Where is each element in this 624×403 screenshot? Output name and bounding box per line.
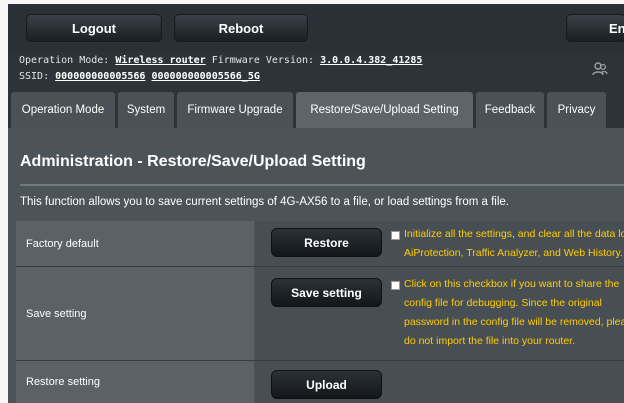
tab-firmware-upgrade[interactable]: Firmware Upgrade [177, 92, 293, 128]
tab-operation-mode[interactable]: Operation Mode [11, 92, 115, 128]
note-line: AiProtection, Traffic Analyzer, and Web … [404, 247, 623, 259]
initialize-note: Initialize all the settings, and clear a… [404, 225, 624, 263]
initialize-checkbox[interactable] [391, 231, 400, 240]
main-panel: Administration - Restore/Save/Upload Set… [8, 128, 624, 403]
row-value-cell: Restore Initialize all the settings, and… [255, 221, 624, 266]
row-save-setting: Save setting Save setting Click on this … [16, 267, 624, 360]
page-title: Administration - Restore/Save/Upload Set… [20, 153, 366, 170]
ssid-2g-link[interactable]: 000000000005566 [55, 71, 145, 82]
note-line: do not import the file into your router. [404, 335, 576, 347]
row-value-cell: Save setting Click on this checkbox if y… [255, 267, 624, 360]
status-info: Operation Mode: Wireless router Firmware… [8, 52, 624, 90]
language-select[interactable]: En [566, 14, 624, 42]
user-icon[interactable] [592, 61, 608, 77]
share-debug-checkbox[interactable] [391, 281, 400, 290]
firmware-label: Firmware Version: [211, 55, 315, 66]
upload-button[interactable]: Upload [271, 370, 382, 399]
save-setting-label: Save setting [26, 307, 87, 320]
firmware-link[interactable]: 3.0.0.4.382_41285 [320, 55, 422, 66]
tab-restore-save-upload[interactable]: Restore/Save/Upload Setting [296, 92, 473, 128]
tab-feedback[interactable]: Feedback [476, 92, 544, 128]
title-divider [20, 184, 624, 186]
row-restore-setting: Restore setting Upload [16, 361, 624, 403]
logout-button[interactable]: Logout [26, 14, 162, 42]
note-line: config file for debugging. Since the ori… [404, 297, 602, 309]
tab-system[interactable]: System [118, 92, 174, 128]
factory-default-label: Factory default [26, 237, 99, 250]
operation-mode-link[interactable]: Wireless router [115, 55, 205, 66]
row-factory-default: Factory default Restore Initialize all t… [16, 221, 624, 266]
ssid-label: SSID: [19, 71, 50, 82]
reboot-button[interactable]: Reboot [174, 14, 308, 42]
restore-button[interactable]: Restore [271, 228, 382, 257]
note-line: Click on this checkbox if you want to sh… [404, 278, 620, 290]
operation-mode-label: Operation Mode: [19, 55, 110, 66]
save-setting-note: Click on this checkbox if you want to sh… [404, 275, 624, 351]
row-label-cell: Restore setting [16, 361, 254, 403]
page-description: This function allows you to save current… [20, 196, 509, 208]
note-line: password in the config file will be remo… [404, 316, 624, 328]
row-label-cell: Factory default [16, 221, 254, 266]
row-value-cell: Upload [255, 361, 624, 403]
tab-bar: Operation Mode System Firmware Upgrade R… [8, 90, 624, 128]
tab-privacy[interactable]: Privacy [547, 92, 606, 128]
ssid-5g-link[interactable]: 000000000005566_5G [151, 71, 259, 82]
restore-setting-label: Restore setting [26, 376, 100, 388]
row-label-cell: Save setting [16, 267, 254, 360]
note-line: Initialize all the settings, and clear a… [404, 228, 624, 240]
save-setting-button[interactable]: Save setting [271, 278, 382, 307]
